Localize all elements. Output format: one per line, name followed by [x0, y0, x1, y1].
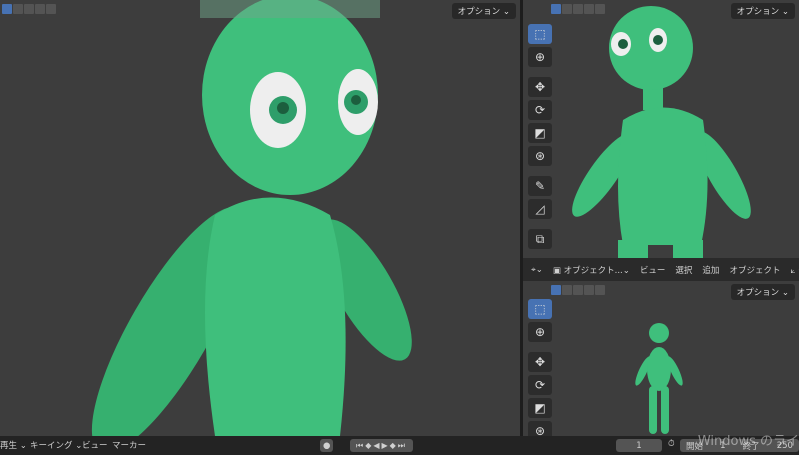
transform-tool[interactable]: ⊛ [528, 421, 552, 436]
orientation-icon: ⟀ [790, 265, 796, 276]
view-transform-icon[interactable]: ⌖⌄ [531, 265, 543, 275]
stopwatch-icon[interactable]: ⏱ [668, 439, 675, 449]
character-model-full [635, 323, 683, 434]
select-box-tool[interactable]: ⬚ [528, 24, 552, 44]
bottom-right-3d-viewport[interactable]: オプション ⌄ ⬚ ⊕ ✥ ⟳ ◩ ⊛ [523, 281, 799, 436]
menu-view[interactable]: ビュー [82, 439, 108, 451]
move-tool[interactable]: ✥ [528, 352, 552, 372]
menu-add[interactable]: 追加 [702, 264, 719, 276]
menu-keying[interactable]: キーイング ⌄ [30, 439, 82, 451]
toolbar: ⬚ ⊕ ✥ ⟳ ◩ ⊛ ✎ ◿ ⧉ [528, 24, 552, 249]
rotate-tool[interactable]: ⟳ [528, 375, 552, 395]
transform-tool[interactable]: ⊛ [528, 146, 552, 166]
character-model-closeup [91, 0, 412, 436]
measure-tool[interactable]: ◿ [528, 199, 552, 219]
toolbar: ⬚ ⊕ ✥ ⟳ ◩ ⊛ [528, 299, 552, 436]
main-3d-viewport[interactable]: オプション ⌄ [0, 0, 520, 436]
menu-object[interactable]: オブジェクト [729, 264, 780, 276]
scale-tool[interactable]: ◩ [528, 123, 552, 143]
windows-activation-watermark: Windows のライ [697, 434, 799, 449]
viewport-header: ⌖⌄ ▣ オブジェクト...⌄ ビュー 選択 追加 オブジェクト ⟀ グロ [523, 258, 799, 281]
current-frame-field[interactable]: 1 [616, 439, 662, 452]
cursor-tool[interactable]: ⊕ [528, 322, 552, 342]
add-cube-tool[interactable]: ⧉ [528, 229, 552, 249]
menu-view[interactable]: ビュー [640, 264, 666, 276]
character-model-medium [572, 6, 751, 258]
scale-tool[interactable]: ◩ [528, 398, 552, 418]
timeline-header: 再生 ⌄ キーイング ⌄ ビュー マーカー ● ⏮◆◀▶◆⏭ 1 ⏱ 開始 1 … [0, 436, 799, 455]
annotate-tool[interactable]: ✎ [528, 176, 552, 196]
select-box-tool[interactable]: ⬚ [528, 299, 552, 319]
cursor-tool[interactable]: ⊕ [528, 47, 552, 67]
auto-keying-button[interactable]: ● [320, 439, 334, 452]
rotate-tool[interactable]: ⟳ [528, 100, 552, 120]
top-right-3d-viewport[interactable]: オプション ⌄ ⬚ ⊕ ✥ ⟳ ◩ ⊛ ✎ ◿ ⧉ [523, 0, 799, 258]
menu-playback[interactable]: 再生 ⌄ [0, 439, 27, 451]
move-tool[interactable]: ✥ [528, 77, 552, 97]
menu-select[interactable]: 選択 [675, 264, 692, 276]
object-mode-icon: ▣ [552, 265, 561, 276]
transform-orientation[interactable]: ⟀ グロ [790, 264, 799, 276]
playback-controls[interactable]: ⏮◆◀▶◆⏭ [350, 439, 414, 452]
menu-marker[interactable]: マーカー [112, 439, 146, 451]
mode-dropdown[interactable]: ▣ オブジェクト...⌄ [553, 264, 630, 276]
